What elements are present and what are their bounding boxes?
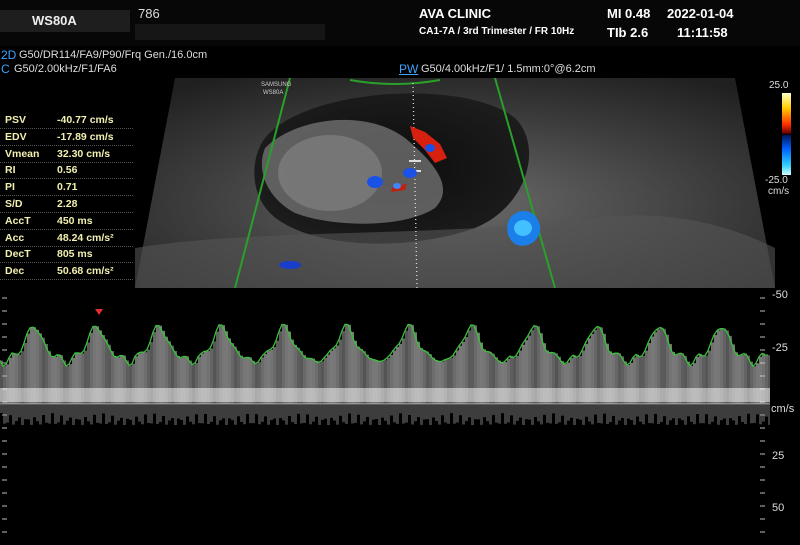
model-name: WS80A <box>32 13 77 28</box>
measurement-label: AccT <box>5 214 31 227</box>
measurement-row: Dec 50.68 cm/s² <box>0 264 133 281</box>
measurement-row: RI 0.56 <box>0 163 133 180</box>
measurement-row: Vmean 32.30 cm/s <box>0 147 133 163</box>
mode-pw-settings: G50/4.00kHz/F1/ 1.5mm:0°@6.2cm <box>421 63 596 75</box>
measurement-row: S/D 2.28 <box>0 197 133 213</box>
mode-2d-settings: G50/DR114/FA9/P90/Frq Gen./16.0cm <box>19 49 208 61</box>
measurement-row: EDV -17.89 cm/s <box>0 130 133 146</box>
measurement-label: DecT <box>5 248 31 261</box>
doppler-flow-blue-2 <box>403 168 417 178</box>
exam-preset: CA1-7A / 3rd Trimester / FR 10Hz <box>419 26 575 37</box>
patient-name-redacted <box>135 24 325 40</box>
mechanical-index: MI 0.48 <box>607 6 651 21</box>
mode-2d-label: 2D <box>1 48 17 62</box>
measurement-value: 48.24 cm/s² <box>57 231 114 244</box>
mode-pw-label: PW <box>399 62 419 76</box>
measurement-results: PSV -40.77 cm/s EDV -17.89 cm/s Vmean 32.30 c… <box>0 113 133 281</box>
watermark-model: WS80A <box>263 90 283 96</box>
spectral-scale-unit: cm/s <box>771 403 795 415</box>
spectral-scale-neg25: -25 <box>772 342 788 354</box>
measurement-row: PI 0.71 <box>0 180 133 197</box>
measurement-value: 50.68 cm/s² <box>57 265 114 278</box>
measurement-row: AccT 450 ms <box>0 214 133 230</box>
color-scale-min: -25.0 <box>765 175 788 186</box>
exam-date: 2022-01-04 <box>667 6 734 21</box>
measurement-label: S/D <box>5 198 23 210</box>
measurement-value: 450 ms <box>57 214 93 227</box>
bmode-image[interactable]: SAMSUNG WS80A <box>135 78 775 288</box>
mode-color-label: C <box>1 62 10 76</box>
measurement-value: 805 ms <box>57 248 93 261</box>
spectral-scale-pos50: 50 <box>772 502 785 514</box>
thermal-index: TIb 2.6 <box>607 25 649 40</box>
watermark-brand: SAMSUNG <box>261 82 292 88</box>
sample-gate-top[interactable] <box>409 160 421 162</box>
psv-marker <box>95 309 103 315</box>
doppler-flow-blue-3 <box>367 176 383 188</box>
measurement-value: 0.56 <box>57 164 78 177</box>
measurement-row: DecT 805 ms <box>0 247 133 264</box>
measurement-row: PSV -40.77 cm/s <box>0 113 133 129</box>
measurement-label: PSV <box>5 114 27 126</box>
mode-color-settings: G50/2.00kHz/F1/FA6 <box>14 63 117 75</box>
color-scale-max: 25.0 <box>769 80 789 91</box>
spectral-scale-neg50: -50 <box>772 289 788 301</box>
patient-id: 786 <box>138 6 160 21</box>
doppler-flow-blue-large-core <box>514 220 532 236</box>
measurement-label: Acc <box>5 231 25 244</box>
measurement-row: Acc 48.24 cm/s² <box>0 231 133 247</box>
spectral-scale-pos25: 25 <box>772 450 785 462</box>
fetal-head <box>278 135 382 211</box>
clinic-name: AVA CLINIC <box>419 6 491 21</box>
measurement-label: Dec <box>5 265 25 278</box>
spectrum-fill <box>0 324 770 425</box>
measurement-label: Vmean <box>5 147 40 160</box>
measurement-label: PI <box>5 181 15 194</box>
measurement-value: 32.30 cm/s <box>57 147 111 160</box>
measurement-value: 2.28 <box>57 198 78 210</box>
doppler-flow-blue-1 <box>425 144 435 152</box>
spectral-doppler-trace[interactable] <box>0 292 770 545</box>
color-scale-unit: cm/s <box>768 186 790 197</box>
color-velocity-bar <box>782 93 791 175</box>
measurement-value: 0.71 <box>57 181 78 194</box>
doppler-flow-blue-5 <box>279 261 301 269</box>
doppler-flow-blue-4 <box>393 183 401 189</box>
measurement-label: RI <box>5 164 16 177</box>
exam-time: 11:11:58 <box>677 25 728 40</box>
measurement-value: -17.89 cm/s <box>57 130 114 143</box>
measurement-value: -40.77 cm/s <box>57 114 114 126</box>
measurement-label: EDV <box>5 130 27 143</box>
